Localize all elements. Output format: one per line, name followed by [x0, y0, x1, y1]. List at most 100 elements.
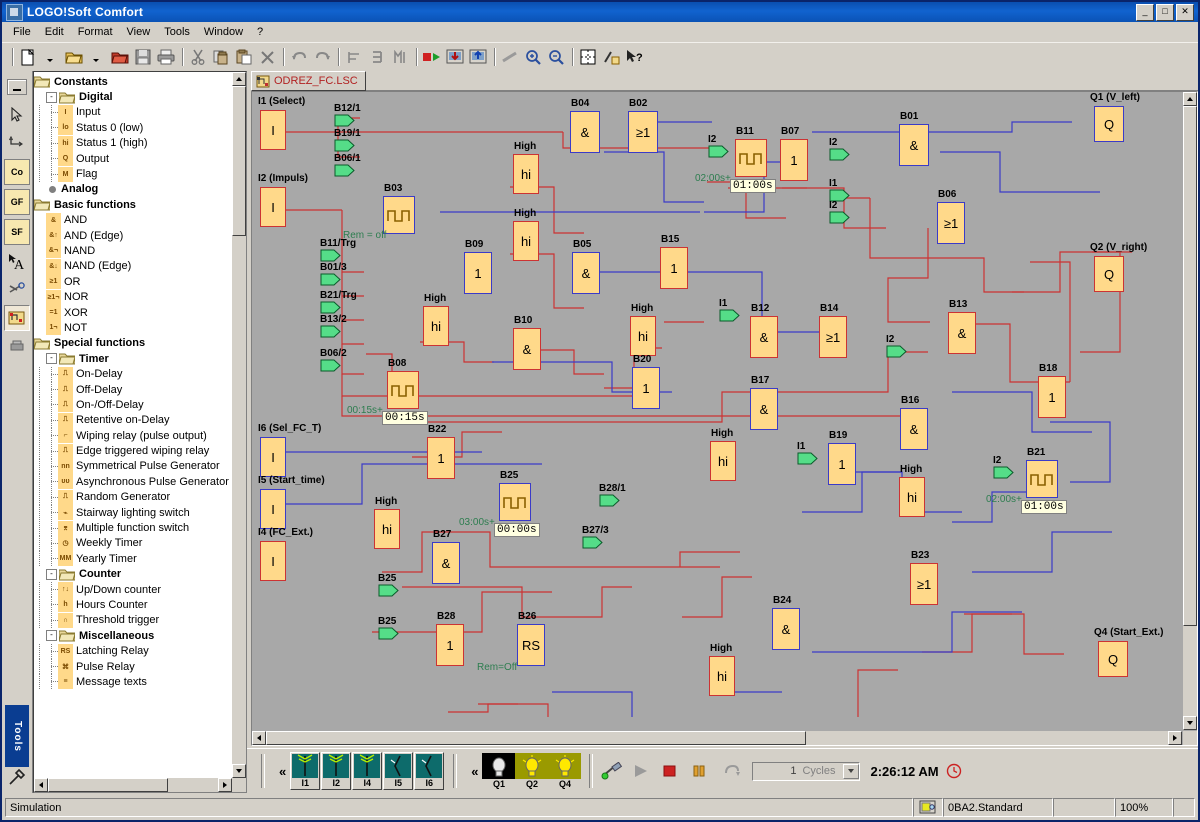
paste-icon[interactable] [233, 46, 255, 68]
distribute-icon[interactable] [366, 46, 388, 68]
high-block-high1[interactable]: hi [513, 221, 539, 261]
clock-icon[interactable] [943, 760, 965, 782]
tree-item-special-functions[interactable]: Special functions [34, 336, 232, 351]
zoom-out-icon[interactable] [545, 46, 567, 68]
connector-marker-1[interactable] [334, 139, 356, 152]
run-button[interactable] [630, 760, 652, 782]
arrange-icon[interactable] [389, 46, 411, 68]
connector-marker-3[interactable] [320, 249, 342, 262]
function-block-B06[interactable]: ≥1 [937, 202, 965, 244]
function-block-B05[interactable]: & [572, 252, 600, 294]
tree-item-weekly-timer[interactable]: ◷Weekly Timer [34, 536, 232, 551]
tree-item-on-off-delay[interactable]: ⎍On-/Off-Delay [34, 397, 232, 412]
tree-item-timer[interactable]: -Timer [34, 351, 232, 366]
tree-item-counter[interactable]: -Counter [34, 567, 232, 582]
function-block-B02[interactable]: ≥1 [628, 111, 658, 153]
delete-icon[interactable] [256, 46, 278, 68]
function-block-B20[interactable]: 1 [632, 367, 660, 409]
tree-item-status-1-high[interactable]: hiStatus 1 (high) [34, 136, 232, 151]
tools-vertical-tab[interactable]: Tools [5, 705, 29, 767]
tree-scroll-down-button[interactable] [232, 764, 246, 778]
output-block-Q2[interactable]: Q [1094, 256, 1124, 292]
tree-item-flag[interactable]: MFlag [34, 166, 232, 181]
tree-item-nand[interactable]: &¬NAND [34, 243, 232, 258]
function-block-B14[interactable]: ≥1 [819, 316, 847, 358]
tree-expander[interactable]: - [46, 630, 57, 641]
undo-icon[interactable] [288, 46, 310, 68]
save-icon[interactable] [132, 46, 154, 68]
function-block-B13[interactable]: & [948, 312, 976, 354]
connector-marker-7[interactable] [320, 359, 342, 372]
sim-input-I1[interactable]: I1 [290, 752, 320, 790]
cut-icon[interactable] [187, 46, 209, 68]
function-block-B25[interactable] [499, 483, 531, 521]
cycles-dropdown-button[interactable] [843, 764, 859, 779]
function-block-B12[interactable]: & [750, 316, 778, 358]
connector-marker-16[interactable] [599, 494, 621, 507]
function-block-B26[interactable]: RS [517, 624, 545, 666]
tree-item-not[interactable]: 1¬NOT [34, 320, 232, 335]
function-block-B07[interactable]: 1 [780, 139, 808, 181]
connector-marker-2[interactable] [334, 164, 356, 177]
connector-tool-icon[interactable] [600, 46, 622, 68]
constants-co-button[interactable]: Co [4, 159, 30, 185]
function-block-B21[interactable] [1026, 460, 1058, 498]
function-block-B15[interactable]: 1 [660, 247, 688, 289]
function-block-B16[interactable]: & [900, 408, 928, 450]
tree-item-message-texts[interactable]: ≡Message texts [34, 674, 232, 689]
function-block-B19[interactable]: 1 [828, 443, 856, 485]
simulation-outputs[interactable]: Q1Q2Q4 [482, 753, 581, 790]
canvas-vertical-scrollbar[interactable] [1183, 92, 1197, 730]
canvas-horizontal-scrollbar[interactable] [252, 731, 1182, 745]
tree-item-latching-relay[interactable]: RSLatching Relay [34, 643, 232, 658]
function-block-B08[interactable] [387, 371, 419, 409]
tree-item-yearly-timer[interactable]: MMYearly Timer [34, 551, 232, 566]
tree-item-or[interactable]: ≥1OR [34, 274, 232, 289]
connector-marker-15[interactable] [993, 466, 1015, 479]
connector-marker-18[interactable] [378, 584, 400, 597]
tree-item-off-delay[interactable]: ⎍Off-Delay [34, 382, 232, 397]
redo-icon[interactable] [311, 46, 333, 68]
menu-edit[interactable]: Edit [38, 24, 71, 40]
connector-marker-5[interactable] [320, 301, 342, 314]
sim-output-Q2[interactable]: Q2 [515, 753, 548, 790]
connector-marker-17[interactable] [582, 536, 604, 549]
input-block-I4[interactable]: I [260, 541, 286, 581]
tree-item-digital[interactable]: -Digital [34, 89, 232, 104]
function-block-B23[interactable]: ≥1 [910, 563, 938, 605]
tree-item-nand-edge[interactable]: &↓NAND (Edge) [34, 259, 232, 274]
connector-marker-19[interactable] [378, 627, 400, 640]
tree-scroll-up-button[interactable] [232, 72, 246, 86]
new-icon[interactable] [17, 46, 39, 68]
menu-file[interactable]: File [6, 24, 38, 40]
function-block-B04[interactable]: & [570, 111, 600, 153]
sim-input-I4[interactable]: I4 [352, 752, 382, 790]
transfer-pc-to-logo-icon[interactable] [444, 46, 466, 68]
high-block-high3[interactable]: hi [630, 316, 656, 356]
canvas-scroll-left-button[interactable] [252, 731, 266, 745]
connector-marker-13[interactable] [886, 345, 908, 358]
canvas-scroll-right-button[interactable] [1168, 731, 1182, 745]
tree-item-output[interactable]: QOutput [34, 151, 232, 166]
tree-hscroll-thumb[interactable] [48, 778, 168, 792]
menu-help[interactable]: ? [250, 24, 270, 40]
sim-output-Q4[interactable]: Q4 [548, 753, 581, 790]
tree-vertical-scrollbar[interactable] [232, 72, 246, 778]
connector-marker-14[interactable] [797, 452, 819, 465]
connector-marker-0[interactable] [334, 114, 356, 127]
connector-marker-9[interactable] [829, 148, 851, 161]
canvas-scroll-down-button[interactable] [1183, 716, 1197, 730]
tree-item-up-down-counter[interactable]: ↑↓Up/Down counter [34, 582, 232, 597]
high-block-high7[interactable]: hi [709, 656, 735, 696]
connector-marker-12[interactable] [719, 309, 741, 322]
canvas-vscroll-thumb[interactable] [1183, 106, 1197, 626]
output-block-Q4[interactable]: Q [1098, 641, 1128, 677]
select-lines-icon[interactable] [499, 46, 521, 68]
connector-marker-11[interactable] [829, 211, 851, 224]
tree-item-analog[interactable]: Analog [34, 182, 232, 197]
open-icon[interactable] [63, 46, 85, 68]
tree-item-basic-functions[interactable]: Basic functions [34, 197, 232, 212]
tree-item-miscellaneous[interactable]: -Miscellaneous [34, 628, 232, 643]
minimize-button[interactable]: _ [1136, 4, 1154, 21]
high-block-high5[interactable]: hi [899, 477, 925, 517]
